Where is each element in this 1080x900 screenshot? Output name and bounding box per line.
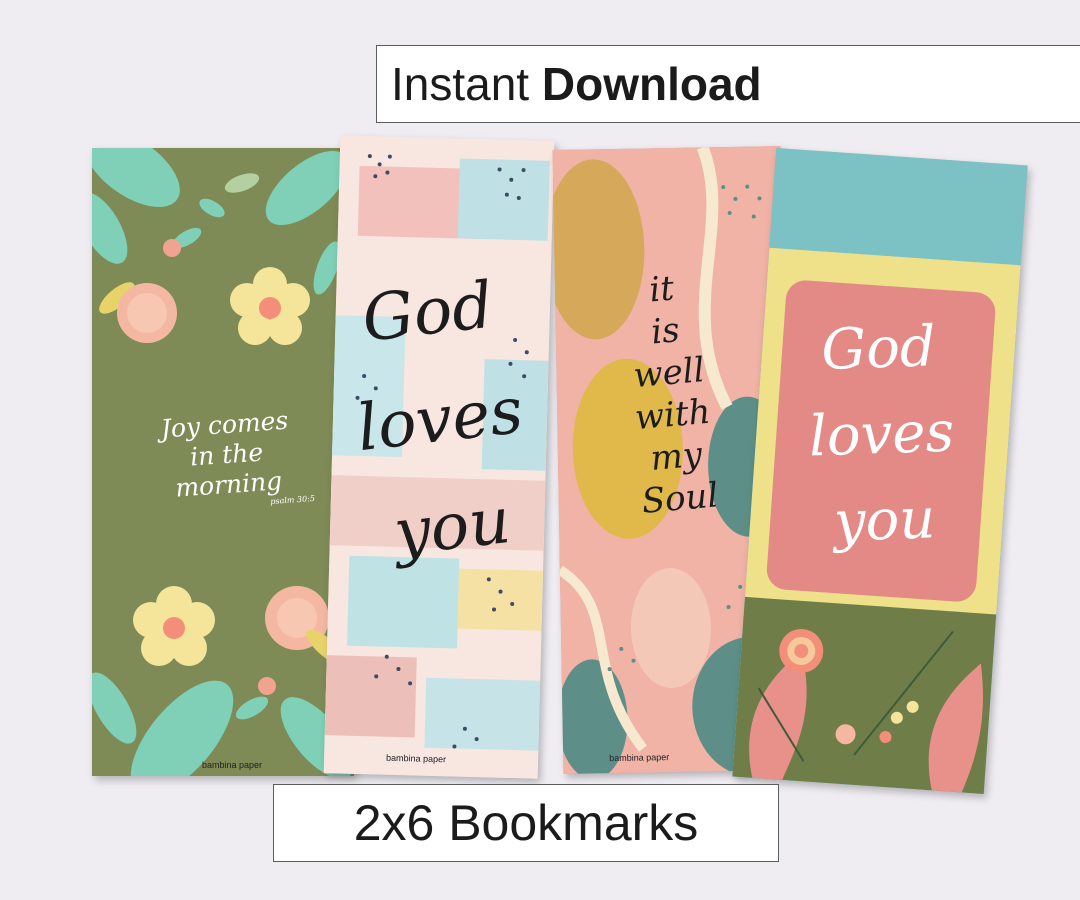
bookmark-god-loves-you: God loves you bambina paper: [323, 135, 555, 779]
bookmark-4-line-3: you: [832, 486, 937, 555]
brand-label: bambina paper: [385, 752, 447, 765]
bookmark-joy-comes: Joy comes in the morning psalm 30:5 bamb…: [92, 148, 354, 776]
bookmark-god-loves-you-2: God loves you: [732, 147, 1028, 795]
download-label: Download: [541, 58, 762, 110]
instant-label: Instant: [391, 58, 530, 110]
brand-label: bambina paper: [202, 760, 263, 770]
bookmark-4-line-2: loves: [807, 399, 956, 470]
bookmark-4-line-1: God: [820, 314, 937, 384]
product-label: 2x6 Bookmarks: [353, 795, 699, 851]
product-size-banner: 2x6 Bookmarks: [273, 784, 779, 862]
instant-download-banner: Instant Download: [376, 45, 1080, 123]
brand-label: bambina paper: [609, 752, 670, 764]
